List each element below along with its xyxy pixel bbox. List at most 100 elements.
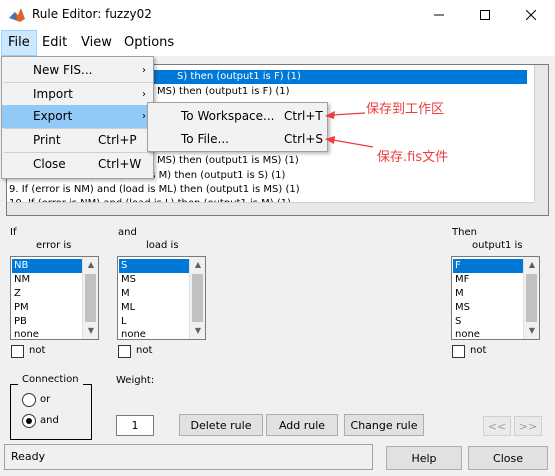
list-item[interactable]: PM (12, 301, 29, 315)
scroll-up-icon[interactable]: ▲ (83, 258, 98, 272)
menu-edit[interactable]: Edit (36, 30, 73, 56)
list-item[interactable]: S (119, 259, 189, 273)
export-submenu: To Workspace... Ctrl+T To File... Ctrl+S (147, 102, 328, 152)
weight-label: Weight: (116, 375, 155, 386)
list-item[interactable]: none (12, 328, 39, 339)
file-menu: New FIS... › Import › Export › Print Ctr… (1, 56, 154, 179)
menu-item-to-file[interactable]: To File... Ctrl+S (148, 128, 327, 151)
or-label: or (40, 394, 51, 405)
scroll-corner (534, 202, 548, 215)
rules-horizontal-scrollbar[interactable] (7, 202, 534, 215)
error-listbox[interactable]: NB NM Z PM PB none ▲ ▼ (10, 256, 99, 340)
delete-rule-button[interactable]: Delete rule (179, 414, 263, 436)
scroll-down-icon[interactable]: ▼ (190, 324, 205, 338)
list-item[interactable]: MS (453, 301, 470, 315)
then-not-checkbox[interactable] (452, 345, 465, 358)
maximize-button[interactable] (462, 0, 508, 30)
window-title: Rule Editor: fuzzy02 (32, 7, 152, 21)
menu-item-import[interactable]: Import › (2, 83, 153, 106)
listbox-scrollbar[interactable]: ▲ ▼ (523, 257, 539, 339)
submenu-arrow-icon: › (142, 89, 146, 100)
scroll-thumb[interactable] (526, 274, 537, 322)
menu-options[interactable]: Options (118, 30, 180, 56)
close-button[interactable]: Close (468, 446, 548, 470)
menu-item-label: Print (33, 133, 61, 147)
menu-item-label: Close (33, 157, 66, 171)
if-not-checkbox[interactable] (11, 345, 24, 358)
radio-selected-dot (26, 418, 32, 424)
connection-group (10, 384, 92, 440)
minimize-button[interactable] (416, 0, 462, 30)
list-item[interactable]: MF (453, 273, 469, 287)
list-item[interactable]: PB (12, 315, 27, 329)
list-item[interactable]: M (453, 287, 464, 301)
submenu-arrow-icon: › (142, 111, 146, 122)
listbox-scrollbar[interactable]: ▲ ▼ (82, 257, 98, 339)
status-bar: Ready (4, 444, 373, 470)
matlab-icon (8, 6, 26, 24)
scroll-thumb[interactable] (85, 274, 96, 322)
if-label: If (10, 227, 17, 238)
menu-item-label: Export (33, 109, 73, 123)
menu-item-new-fis[interactable]: New FIS... › (2, 59, 153, 82)
help-button[interactable]: Help (386, 446, 462, 470)
menu-item-close[interactable]: Close Ctrl+W (2, 153, 153, 176)
add-rule-button[interactable]: Add rule (266, 414, 338, 436)
menu-item-print[interactable]: Print Ctrl+P (2, 129, 153, 152)
menu-item-label: New FIS... (33, 63, 93, 77)
menu-item-to-workspace[interactable]: To Workspace... Ctrl+T (148, 105, 327, 128)
output-listbox[interactable]: F MF M MS S none ▲ ▼ (451, 256, 540, 340)
title-bar: Rule Editor: fuzzy02 (0, 0, 555, 30)
load-var-label: load is (146, 240, 179, 251)
and-not-label: not (136, 345, 153, 356)
and-radio[interactable] (22, 414, 36, 428)
close-window-button[interactable] (508, 0, 554, 30)
list-item[interactable]: none (119, 328, 146, 339)
list-item[interactable]: none (453, 328, 480, 339)
scroll-down-icon[interactable]: ▼ (524, 324, 539, 338)
list-item[interactable]: S (453, 315, 461, 329)
then-not-label: not (470, 345, 487, 356)
rule-row[interactable]: 9. If (error is NM) and (load is ML) the… (9, 183, 527, 197)
scroll-up-icon[interactable]: ▲ (190, 258, 205, 272)
and-not-checkbox[interactable] (118, 345, 131, 358)
rules-vertical-scrollbar[interactable] (534, 65, 548, 202)
list-item[interactable]: Z (12, 287, 21, 301)
list-item[interactable]: M (119, 287, 130, 301)
annotation-workspace: 保存到工作区 (366, 102, 445, 117)
menu-bar: File Edit View Options (0, 30, 555, 56)
menu-item-shortcut: Ctrl+P (98, 133, 137, 147)
listbox-scrollbar[interactable]: ▲ ▼ (189, 257, 205, 339)
menu-item-shortcut: Ctrl+W (98, 157, 142, 171)
if-not-label: not (29, 345, 46, 356)
list-item[interactable]: NB (12, 259, 82, 273)
annotation-file: 保存.fis文件 (377, 150, 449, 165)
error-var-label: error is (36, 240, 72, 251)
list-item[interactable]: F (453, 259, 523, 273)
scroll-thumb[interactable] (192, 274, 203, 322)
and-label: and (118, 227, 137, 238)
then-label: Then (452, 227, 477, 238)
scroll-down-icon[interactable]: ▼ (83, 324, 98, 338)
or-radio[interactable] (22, 393, 36, 407)
annotation-arrow-icon (325, 136, 374, 150)
weight-input[interactable]: 1 (116, 415, 154, 436)
list-item[interactable]: MS (119, 273, 136, 287)
annotation-arrow-icon (325, 108, 366, 120)
menu-file[interactable]: File (1, 30, 37, 56)
menu-item-shortcut: Ctrl+T (284, 109, 323, 123)
menu-item-export[interactable]: Export › (2, 105, 153, 128)
scroll-up-icon[interactable]: ▲ (524, 258, 539, 272)
load-listbox[interactable]: S MS M ML L none ▲ ▼ (117, 256, 206, 340)
list-item[interactable]: NM (12, 273, 30, 287)
next-page-button[interactable]: >> (514, 416, 542, 436)
menu-item-label: To File... (181, 132, 229, 146)
previous-page-button[interactable]: << (483, 416, 511, 436)
menu-item-shortcut: Ctrl+S (284, 132, 324, 146)
list-item[interactable]: L (119, 315, 127, 329)
output-var-label: output1 is (472, 240, 523, 251)
menu-item-label: Import (33, 87, 73, 101)
menu-view[interactable]: View (75, 30, 118, 56)
change-rule-button[interactable]: Change rule (344, 414, 424, 436)
list-item[interactable]: ML (119, 301, 135, 315)
